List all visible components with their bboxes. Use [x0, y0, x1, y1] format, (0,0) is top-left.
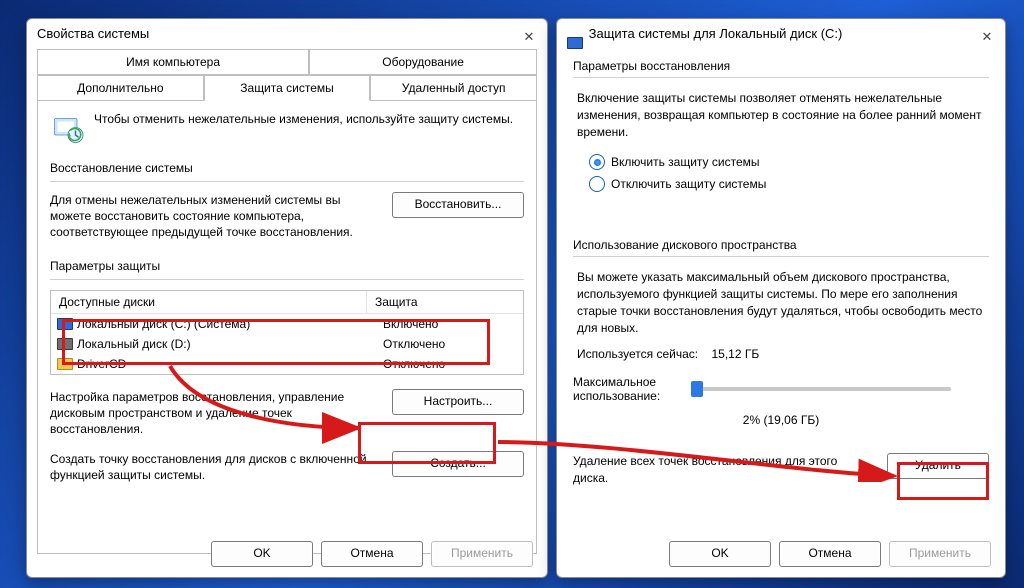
used-value: 15,12 ГБ [711, 347, 759, 361]
apply-button[interactable]: Применить [889, 541, 991, 567]
titlebar[interactable]: Свойства системы ✕ [27, 19, 547, 49]
divider [573, 77, 989, 78]
delete-desc: Удаление всех точек восстановления для э… [573, 453, 875, 485]
system-restore-icon [50, 111, 86, 147]
intro-row: Чтобы отменить нежелательные изменения, … [50, 111, 524, 147]
protection-group: Параметры защиты Доступные диски Защита … [50, 259, 524, 484]
used-label: Используется сейчас: [577, 347, 698, 361]
delete-row: Удаление всех точек восстановления для э… [573, 453, 989, 485]
restore-row: Для отмены нежелательных изменений систе… [50, 192, 524, 241]
tab-remote[interactable]: Удаленный доступ [370, 75, 537, 101]
create-row: Создать точку восстановления для дисков … [50, 451, 524, 483]
tab-systemprotection[interactable]: Защита системы [204, 75, 371, 101]
slider-thumb[interactable] [691, 381, 703, 397]
tab-advanced[interactable]: Дополнительно [37, 75, 204, 101]
disk-usage-legend: Использование дискового пространства [573, 238, 989, 252]
radio-disable[interactable]: Отключить защиту системы [589, 176, 989, 192]
divider [50, 279, 524, 280]
restore-button[interactable]: Восстановить... [392, 192, 524, 218]
params-desc: Включение защиты системы позволяет отмен… [573, 88, 989, 148]
drive-row-d[interactable]: Локальный диск (D:) Отключено [51, 334, 523, 354]
delete-button[interactable]: Удалить [887, 453, 989, 479]
ok-button[interactable]: OK [211, 541, 313, 567]
hdd-icon [57, 338, 73, 350]
configure-button[interactable]: Настроить... [392, 389, 524, 415]
restore-group: Восстановление системы Для отмены нежела… [50, 161, 524, 241]
create-button[interactable]: Создать... [392, 451, 524, 477]
max-usage-slider[interactable] [691, 387, 951, 391]
disk-desc: Вы можете указать максимальный объем дис… [573, 267, 989, 342]
radio-icon [589, 154, 605, 170]
drive-row-drivercd[interactable]: DriverCD Отключено [51, 354, 523, 374]
configure-row: Настройка параметров восстановления, упр… [50, 389, 524, 438]
create-desc: Создать точку восстановления для дисков … [50, 451, 380, 483]
tabs-row1: Имя компьютера Оборудование [37, 49, 537, 75]
used-row: Используется сейчас: 15,12 ГБ [573, 343, 989, 365]
folder-icon [57, 358, 73, 370]
radio-enable[interactable]: Включить защиту системы [589, 154, 989, 170]
tab-computername[interactable]: Имя компьютера [37, 49, 309, 75]
intro-text: Чтобы отменить нежелательные изменения, … [94, 111, 524, 127]
apply-button[interactable]: Применить [431, 541, 533, 567]
col-drives[interactable]: Доступные диски [51, 291, 367, 313]
tab-hardware[interactable]: Оборудование [309, 49, 537, 75]
restore-legend: Восстановление системы [50, 161, 524, 179]
restore-params-legend: Параметры восстановления [573, 59, 989, 73]
ok-button[interactable]: OK [669, 541, 771, 567]
protection-legend: Параметры защиты [50, 259, 524, 277]
dialog-title: Защита системы для Локальный диск (C:) [589, 26, 843, 41]
system-properties-dialog: Свойства системы ✕ Имя компьютера Оборуд… [26, 18, 548, 578]
drive-list-header: Доступные диски Защита [51, 291, 523, 314]
dialog-footer: OK Отмена Применить [211, 541, 533, 567]
tab-body: Чтобы отменить нежелательные изменения, … [37, 101, 537, 554]
drive-list[interactable]: Доступные диски Защита Локальный диск (C… [50, 290, 524, 375]
divider [573, 256, 989, 257]
hdd-icon [57, 318, 73, 330]
drive-row-c[interactable]: Локальный диск (C:) (Система) Включено [51, 314, 523, 334]
radio-icon [589, 176, 605, 192]
configure-desc: Настройка параметров восстановления, упр… [50, 389, 380, 438]
max-usage-row: Максимальное использование: [573, 375, 989, 404]
dialog-title: Свойства системы [37, 26, 149, 41]
close-icon[interactable]: ✕ [975, 22, 999, 42]
restore-desc: Для отмены нежелательных изменений систе… [50, 192, 380, 241]
tabs-row2: Дополнительно Защита системы Удаленный д… [37, 75, 537, 101]
max-label: Максимальное использование: [573, 375, 681, 404]
col-protection[interactable]: Защита [367, 291, 523, 313]
divider [50, 181, 524, 182]
dialog-body: Параметры восстановления Включение защит… [557, 49, 1005, 547]
hdd-icon [567, 30, 581, 40]
system-protection-drive-dialog: Защита системы для Локальный диск (C:) ✕… [556, 18, 1006, 578]
dialog-footer: OK Отмена Применить [669, 541, 991, 567]
cancel-button[interactable]: Отмена [321, 541, 423, 567]
titlebar[interactable]: Защита системы для Локальный диск (C:) ✕ [557, 19, 1005, 49]
max-value: 2% (19,06 ГБ) [573, 413, 989, 427]
close-icon[interactable]: ✕ [517, 22, 541, 42]
cancel-button[interactable]: Отмена [779, 541, 881, 567]
